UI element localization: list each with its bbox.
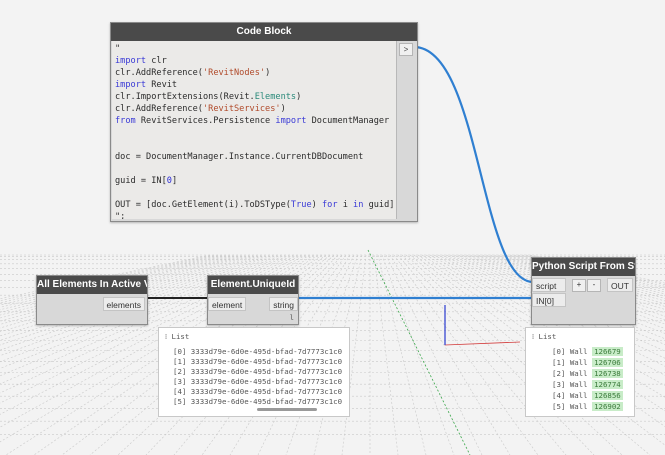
element-id-badge[interactable]: 126856: [592, 391, 623, 400]
python-output-preview[interactable]: ⁞ List [0] Wall 126679 [1] Wall 126706 [2]…: [525, 327, 635, 417]
string-output-port[interactable]: string: [269, 297, 298, 311]
code-line: clr.AddReference('RevitNodes'): [115, 67, 396, 79]
code-line: import Revit: [115, 79, 396, 91]
code-line: import clr: [115, 55, 396, 67]
axis-z: [444, 341, 521, 346]
element-type: Wall: [569, 402, 593, 411]
element-id-badge[interactable]: 126738: [592, 369, 623, 378]
code-token: clr.AddReference(: [115, 68, 203, 78]
element-input-port[interactable]: element: [208, 297, 247, 311]
list-item: [1] Wall 126706: [552, 357, 623, 368]
element-id-badge[interactable]: 126706: [592, 358, 623, 367]
list-index: [2]: [552, 369, 570, 378]
python-script-title[interactable]: Python Script From String: [532, 258, 635, 276]
list-item: [3] Wall 126774: [552, 379, 623, 390]
out-output-port[interactable]: OUT: [607, 278, 633, 292]
code-token: for: [321, 200, 338, 210]
code-token: ): [311, 200, 322, 210]
grid-line: [385, 254, 483, 455]
code-token: RevitServices.Persistence: [135, 116, 276, 126]
grid-line: [377, 254, 427, 455]
code-editor[interactable]: " import clr clr.AddReference('RevitNodes'…: [112, 41, 397, 219]
element-id-badge[interactable]: 126902: [592, 402, 623, 411]
code-token: ): [280, 104, 286, 114]
list-index: [5]: [552, 402, 570, 411]
all-elements-title[interactable]: All Elements In Active View: [37, 276, 147, 294]
code-token: Revit: [146, 80, 178, 90]
add-input-button[interactable]: +: [572, 279, 586, 292]
list-item: [2] Wall 126738: [552, 368, 623, 379]
code-token: ": [115, 44, 121, 54]
list-item: [5] Wall 126902: [552, 401, 623, 412]
code-token: import: [115, 80, 147, 90]
element-type: Wall: [569, 369, 593, 378]
code-token: clr.ImportExtensions(Revit.: [115, 92, 255, 102]
code-token: clr.AddReference(: [115, 104, 203, 114]
code-token: ]: [171, 176, 178, 186]
code-token: i: [337, 200, 354, 210]
list-label: ⁞ List: [532, 332, 557, 341]
element-type: Wall: [569, 347, 593, 356]
code-line: ": [115, 43, 396, 55]
list-index: [4]: [552, 391, 570, 400]
code-line: clr.ImportExtensions(Revit.Elements): [115, 91, 396, 103]
code-token: in: [353, 200, 364, 210]
code-token: ): [265, 68, 271, 78]
unique-id-node[interactable]: Element.UniqueId element string l: [207, 275, 299, 325]
code-token: Elements: [254, 92, 297, 102]
script-input-port[interactable]: script: [532, 278, 566, 292]
remove-input-button[interactable]: -: [587, 279, 601, 292]
python-script-node[interactable]: Python Script From String script IN[0] +…: [531, 257, 636, 325]
lacing-indicator[interactable]: l: [290, 314, 294, 322]
code-line: from RevitServices.Persistence import Do…: [115, 115, 396, 127]
code-block-title[interactable]: Code Block: [111, 23, 417, 41]
element-id-badge[interactable]: 126679: [592, 347, 623, 356]
code-token: True: [290, 200, 312, 210]
grid-line: [393, 254, 539, 455]
code-line: doc = DocumentManager.Instance.CurrentDB…: [115, 151, 396, 163]
unique-id-preview[interactable]: ⁞ List [0] 3333d79e-6d0e-495d-bfad-7d777…: [158, 327, 350, 417]
element-type: Wall: [569, 391, 593, 400]
list-index: [0]: [552, 347, 570, 356]
list-item: [0] Wall 126679: [552, 346, 623, 357]
element-id-badge[interactable]: 126774: [592, 380, 623, 389]
code-line: clr.AddReference('RevitServices'): [115, 103, 396, 115]
code-line: OUT = [doc.GetElement(i).ToDSType(True) …: [115, 199, 396, 211]
all-elements-node[interactable]: All Elements In Active View elements: [36, 275, 148, 325]
code-token: OUT = [doc.GetElement(i).ToDSType(: [115, 200, 291, 210]
elements-output-port[interactable]: elements: [102, 297, 145, 311]
code-token: 'RevitServices': [202, 104, 281, 114]
list-label: ⁞ List: [165, 332, 190, 341]
code-token: 'RevitNodes': [202, 68, 266, 78]
code-token: guid = IN[: [115, 176, 167, 186]
code-token: ";: [115, 212, 126, 219]
code-token: doc = DocumentManager.Instance.CurrentDB…: [115, 152, 364, 162]
list-item: [4] Wall 126856: [552, 390, 623, 401]
code-token: guid]: [363, 200, 395, 210]
grid-line: [381, 254, 455, 455]
code-token: ): [296, 92, 302, 102]
code-block-node[interactable]: Code Block " import clr clr.AddReference('…: [110, 22, 418, 222]
list-item: [5] 3333d79e-6d0e-495d-bfad-7d7773c1c0: [173, 397, 343, 406]
grid-line: [373, 254, 399, 455]
code-token: DocumentManager: [306, 116, 390, 126]
in0-input-port[interactable]: IN[0]: [532, 293, 566, 307]
list-index: [1]: [552, 358, 570, 367]
horizontal-scrollbar[interactable]: [257, 408, 317, 411]
code-block-output-port[interactable]: >: [399, 43, 413, 56]
code-line: guid = IN[0]: [115, 175, 396, 187]
code-token: clr: [146, 56, 167, 66]
code-token: from: [115, 116, 136, 126]
code-token: import: [115, 56, 147, 66]
element-type: Wall: [569, 358, 593, 367]
code-line: ";: [115, 211, 396, 219]
code-token: import: [275, 116, 307, 126]
list-index: [3]: [552, 380, 570, 389]
element-type: Wall: [569, 380, 593, 389]
unique-id-title[interactable]: Element.UniqueId: [208, 276, 298, 294]
